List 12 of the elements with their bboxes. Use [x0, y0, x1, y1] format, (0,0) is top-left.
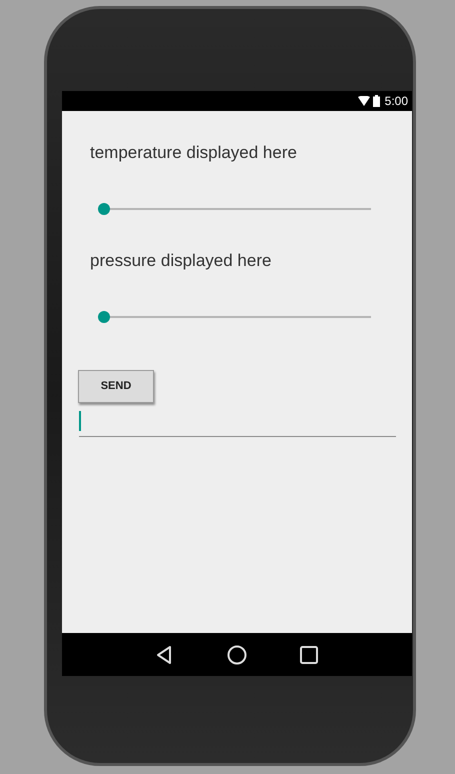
recents-icon[interactable]: [299, 644, 319, 664]
wifi-icon: [358, 96, 370, 106]
battery-icon: [372, 95, 380, 107]
sensor-label: pressure displayed here: [90, 250, 272, 272]
slider[interactable]: [98, 203, 371, 215]
slider[interactable]: [98, 311, 371, 323]
slider-thumb[interactable]: [98, 311, 110, 323]
slider-thumb[interactable]: [98, 203, 110, 215]
sensor-label: temperature displayed here: [90, 142, 298, 164]
home-icon[interactable]: [227, 644, 247, 664]
clock-time: 5:00: [384, 93, 408, 110]
send-button[interactable]: SEND: [78, 370, 154, 403]
